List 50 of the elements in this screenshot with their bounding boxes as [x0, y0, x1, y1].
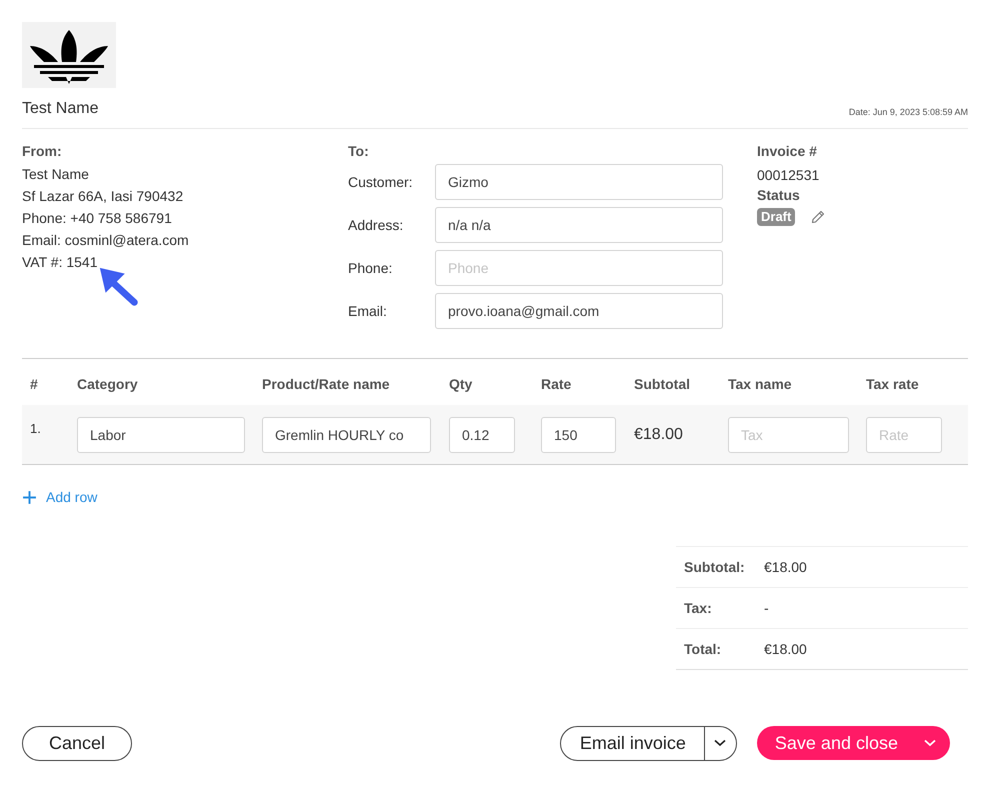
total-label: Subtotal:	[684, 558, 746, 574]
column-header: Rate	[541, 375, 572, 392]
column-header: Qty	[449, 375, 474, 392]
sender-detail: Phone: +40 758 586791	[22, 209, 173, 228]
field-label: Customer:	[348, 174, 414, 190]
tax-name-field[interactable]: Tax	[728, 416, 849, 452]
column-header: Tax rate	[866, 375, 920, 392]
total-value: €18.00	[764, 640, 807, 656]
input-field[interactable]: Phone	[435, 250, 723, 286]
field-label: Address:	[348, 217, 404, 233]
company-name: Test Name	[22, 99, 100, 119]
column-header: #	[29, 375, 39, 392]
plus-icon	[22, 490, 37, 504]
product-field[interactable]: Gremlin HOURLY co	[262, 416, 431, 452]
column-header: Subtotal	[634, 375, 691, 392]
caret-icon	[924, 739, 936, 747]
invoice-number: 00012531	[757, 166, 820, 185]
caret-icon	[714, 739, 726, 747]
save-and-close-button[interactable]: Save and close	[756, 726, 950, 760]
row-number: 1.	[30, 420, 41, 436]
from-heading: From:	[22, 142, 63, 160]
input-field[interactable]: n/a n/a	[435, 207, 723, 243]
input-field[interactable]: provo.ioana@gmail.com	[435, 293, 723, 329]
status-badge: Draft	[757, 208, 796, 226]
tax-rate-field[interactable]: Rate	[866, 416, 942, 452]
total-label: Total:	[684, 640, 722, 656]
sender-detail: Sf Lazar 66A, Iasi 790432	[22, 187, 184, 206]
invoice-number-label: Invoice #	[757, 142, 818, 160]
price-field[interactable]: 150	[541, 416, 616, 452]
subtotal-value: €18.00	[634, 426, 683, 442]
category-field[interactable]: Labor	[77, 416, 245, 452]
invoice-date: Date: Jun 9, 2023 5:08:59 AM	[848, 107, 968, 117]
sender-detail: VAT #: 1541	[22, 253, 98, 272]
qty-field[interactable]: 0.12	[449, 416, 515, 452]
total-label: Tax:	[684, 600, 713, 616]
column-header: Product/Rate name	[262, 375, 391, 392]
cancel-button[interactable]: Cancel	[22, 726, 132, 760]
input-field[interactable]: Gizmo	[435, 164, 723, 200]
email-invoice-button[interactable]: Email invoice	[560, 726, 737, 760]
sender-detail: Test Name	[22, 165, 90, 184]
column-header: Category	[77, 375, 139, 392]
total-value: €18.00	[764, 558, 807, 574]
pencil-icon[interactable]	[811, 210, 826, 224]
column-header: Tax name	[728, 375, 793, 392]
field-label: Email:	[348, 303, 388, 319]
to-heading: To:	[348, 142, 370, 160]
sender-detail: Email: cosminl@atera.com	[22, 231, 190, 250]
total-value: -	[764, 600, 769, 616]
field-label: Phone:	[348, 260, 394, 276]
status-label: Status	[757, 186, 801, 204]
